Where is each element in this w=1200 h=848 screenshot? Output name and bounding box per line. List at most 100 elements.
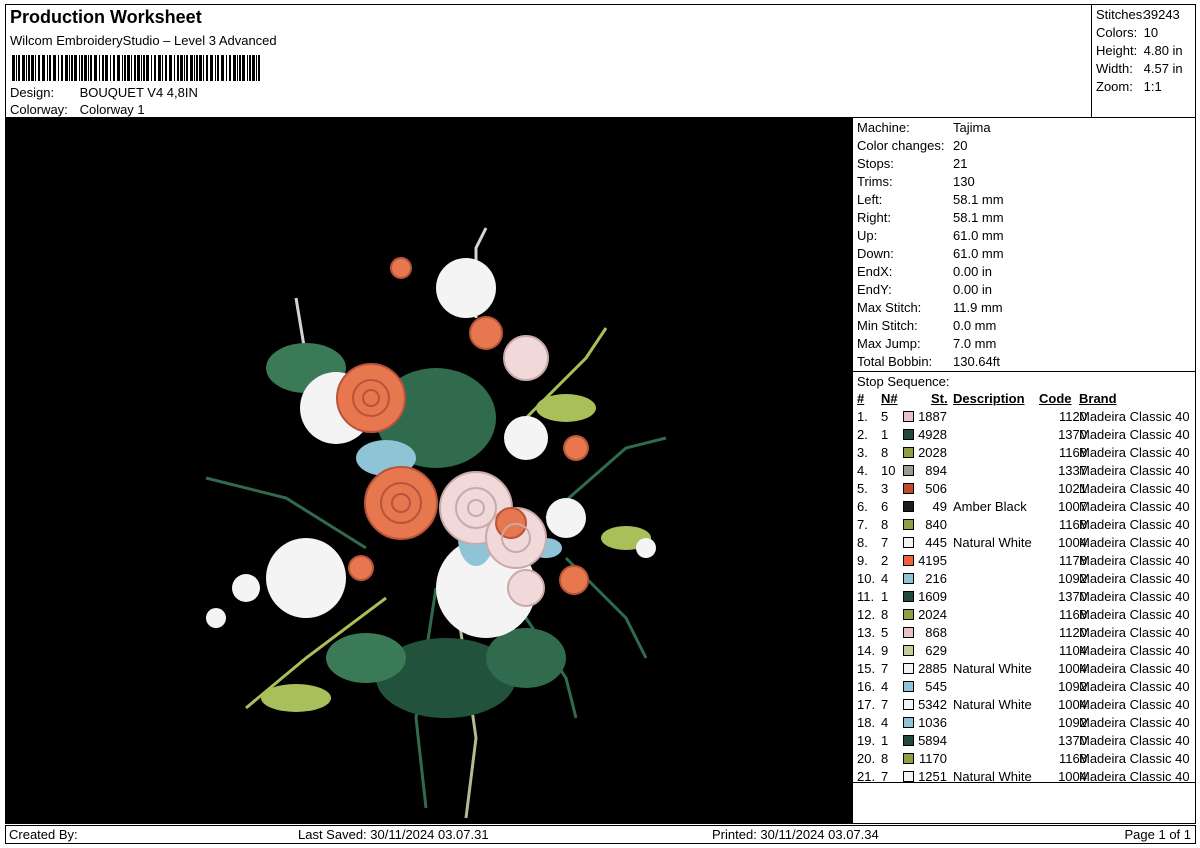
colorway-value: Colorway 1 bbox=[79, 102, 145, 117]
stop-index: 11. bbox=[857, 589, 875, 604]
stop-index: 14. bbox=[857, 643, 876, 658]
stop-index: 9. bbox=[857, 553, 868, 568]
barcode-bar bbox=[215, 55, 216, 81]
machine-info-value: 7.0 mm bbox=[953, 336, 997, 351]
barcode-bar bbox=[256, 55, 257, 81]
barcode-bar bbox=[71, 55, 73, 81]
thread-brand: Madeira Classic 40 bbox=[1079, 715, 1190, 730]
barcode-bar bbox=[158, 55, 161, 81]
stitch-count: 894 bbox=[925, 463, 947, 478]
stop-sequence-row: 14. 9 629 1104 Madeira Classic 40 bbox=[853, 642, 1195, 660]
stop-index: 17. bbox=[857, 697, 876, 712]
barcode-icon bbox=[12, 55, 260, 81]
color-description: Natural White bbox=[953, 661, 1032, 676]
needle-number: 6 bbox=[881, 499, 889, 514]
stop-sequence-row: 7. 8 840 1168 Madeira Classic 40 bbox=[853, 516, 1195, 534]
zoom-value: 1:1 bbox=[1143, 79, 1162, 94]
barcode-bar bbox=[165, 55, 167, 81]
barcode-bar bbox=[49, 55, 51, 81]
thread-brand: Madeira Classic 40 bbox=[1079, 589, 1190, 604]
thread-brand: Madeira Classic 40 bbox=[1079, 517, 1190, 532]
stop-sequence-row: 15. 7 2885 Natural White 1004 Madeira Classic… bbox=[853, 660, 1195, 678]
stop-sequence-row: 21. 7 1251 Natural White 1004 Madeira Classic… bbox=[853, 768, 1195, 786]
color-swatch bbox=[903, 717, 914, 728]
machine-info-label: Up: bbox=[857, 228, 878, 243]
color-description: Amber Black bbox=[953, 499, 1027, 514]
color-swatch bbox=[903, 573, 914, 584]
color-swatch bbox=[903, 663, 914, 674]
machine-info-label: Down: bbox=[857, 246, 894, 261]
machine-info-label: Right: bbox=[857, 210, 891, 225]
barcode-bar bbox=[26, 55, 27, 81]
colorway-row: Colorway: Colorway 1 bbox=[10, 102, 145, 117]
machine-info-label: EndY: bbox=[857, 282, 892, 297]
stop-index: 15. bbox=[857, 661, 876, 676]
barcode-bar bbox=[53, 55, 56, 81]
barcode-bar bbox=[117, 55, 120, 81]
machine-info-value: 130.64ft bbox=[953, 354, 1000, 369]
barcode-bar bbox=[237, 55, 238, 81]
barcode-bar bbox=[242, 55, 245, 81]
stitches-row: Stitches: 39243 bbox=[1096, 7, 1180, 22]
barcode-bar bbox=[134, 55, 136, 81]
col-header-idx: # bbox=[857, 391, 865, 406]
color-description: Natural White bbox=[953, 769, 1032, 784]
stop-sequence-title: Stop Sequence: bbox=[857, 374, 950, 389]
last-saved: Last Saved: 30/11/2024 03.07.31 bbox=[298, 827, 489, 842]
barcode-bar bbox=[174, 55, 175, 81]
colors-label: Colors: bbox=[1096, 25, 1138, 40]
machine-info-value: 0.00 in bbox=[953, 282, 993, 297]
barcode-bar bbox=[105, 55, 108, 81]
barcode-bar bbox=[252, 55, 255, 81]
thread-brand: Madeira Classic 40 bbox=[1079, 661, 1190, 676]
col-header-brand: Brand bbox=[1079, 391, 1117, 406]
stop-index: 12. bbox=[857, 607, 876, 622]
barcode-bar bbox=[249, 55, 251, 81]
page-number: Page 1 of 1 bbox=[1124, 827, 1192, 842]
stitch-count: 868 bbox=[925, 625, 947, 640]
machine-info-label: Trims: bbox=[857, 174, 893, 189]
barcode-bar bbox=[137, 55, 140, 81]
colors-row: Colors: 10 bbox=[1096, 25, 1158, 40]
stitches-value: 39243 bbox=[1143, 7, 1180, 22]
thread-brand: Madeira Classic 40 bbox=[1079, 445, 1190, 460]
stop-sequence-row: 16. 4 545 1092 Madeira Classic 40 bbox=[853, 678, 1195, 696]
barcode-bar bbox=[199, 55, 202, 81]
needle-number: 7 bbox=[881, 769, 889, 784]
color-swatch bbox=[903, 699, 914, 710]
barcode-bar bbox=[154, 55, 156, 81]
stop-index: 5. bbox=[857, 481, 868, 496]
thread-brand: Madeira Classic 40 bbox=[1079, 643, 1190, 658]
color-swatch bbox=[903, 429, 914, 440]
color-swatch bbox=[903, 609, 914, 620]
stitch-count: 1036 bbox=[918, 715, 947, 730]
barcode-bar bbox=[102, 55, 104, 81]
color-description: Natural White bbox=[953, 697, 1032, 712]
color-swatch bbox=[903, 555, 914, 566]
stop-index: 7. bbox=[857, 517, 868, 532]
worksheet-header: Production Worksheet Wilcom EmbroiderySt… bbox=[5, 4, 1091, 118]
machine-info-row: Right: 58.1 mm bbox=[857, 209, 1004, 227]
machine-info-label: Max Stitch: bbox=[857, 300, 922, 315]
stitch-count: 1609 bbox=[918, 589, 947, 604]
stitch-count: 5342 bbox=[918, 697, 947, 712]
thread-brand: Madeira Classic 40 bbox=[1079, 751, 1190, 766]
stop-sequence-row: 12. 8 2024 1168 Madeira Classic 40 bbox=[853, 606, 1195, 624]
stop-index: 2. bbox=[857, 427, 868, 442]
barcode-bar bbox=[210, 55, 213, 81]
stop-index: 3. bbox=[857, 445, 868, 460]
barcode-bar bbox=[162, 55, 163, 81]
stitch-count: 506 bbox=[925, 481, 947, 496]
color-swatch bbox=[903, 681, 914, 692]
barcode-bar bbox=[61, 55, 63, 81]
col-header-code: Code bbox=[1039, 391, 1072, 406]
machine-info-row: Machine: Tajima bbox=[857, 119, 991, 137]
machine-info-label: Max Jump: bbox=[857, 336, 921, 351]
thread-brand: Madeira Classic 40 bbox=[1079, 625, 1190, 640]
color-swatch bbox=[903, 519, 914, 530]
stop-sequence-header: Stop Sequence: # N# St. Description Code… bbox=[853, 371, 1195, 406]
color-description: Natural White bbox=[953, 535, 1032, 550]
needle-number: 8 bbox=[881, 517, 889, 532]
stitch-count: 216 bbox=[925, 571, 947, 586]
barcode-bar bbox=[12, 55, 15, 81]
